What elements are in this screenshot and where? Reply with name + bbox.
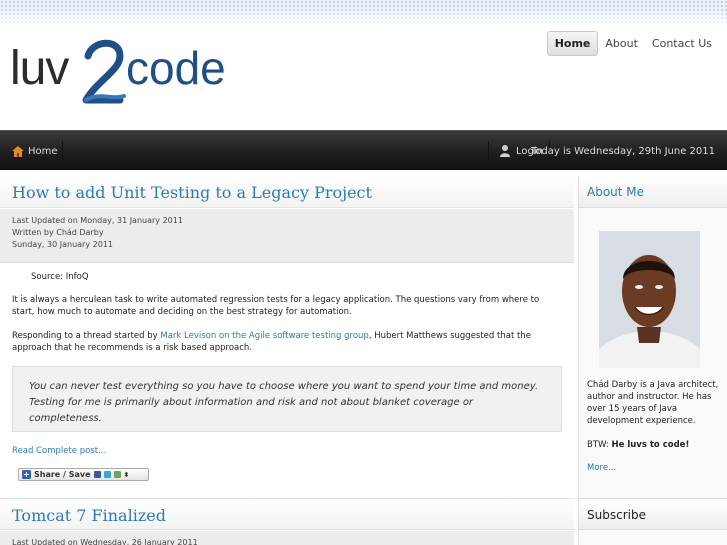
- nav-about[interactable]: About: [598, 32, 645, 55]
- share-save-button[interactable]: + Share / Save ⬍: [18, 468, 149, 481]
- bar-divider: [62, 141, 63, 161]
- author-bio: Chád Darby is a Java architect, author a…: [587, 380, 719, 426]
- chevron-updown-icon: ⬍: [123, 470, 130, 479]
- bar-home-label: Home: [28, 145, 58, 157]
- share-label: Share / Save: [34, 470, 91, 479]
- facebook-icon: [93, 471, 101, 478]
- about-me-heading: About Me: [587, 185, 645, 199]
- post-title[interactable]: Tomcat 7 Finalized: [12, 506, 166, 525]
- more-link-wrap: More...: [587, 462, 723, 474]
- plus-icon: +: [22, 470, 31, 479]
- post-author: Written by Chád Darby: [12, 228, 104, 237]
- post-updated: Last Updated on Wednesday, 26 January 20…: [12, 538, 198, 545]
- about-me-header: About Me: [579, 176, 727, 208]
- bar-divider: [488, 141, 489, 161]
- svg-text:luv: luv: [10, 42, 69, 95]
- read-more-link[interactable]: Read Complete post...: [12, 446, 106, 456]
- subscribe-heading: Subscribe: [587, 508, 646, 522]
- user-icon: [500, 145, 510, 157]
- subscribe-header: Subscribe: [579, 498, 727, 530]
- menu-bar: Home Login Today is Wednesday, 29th June…: [0, 130, 727, 170]
- sidebar: About Me Chád Darby is a Java architect,…: [578, 176, 727, 545]
- nav-contact-us[interactable]: Contact Us: [645, 32, 719, 55]
- top-nav: Home About Contact Us: [546, 31, 719, 56]
- svg-text:code: code: [126, 42, 226, 94]
- home-icon: [12, 145, 24, 157]
- post-title-bar: How to add Unit Testing to a Legacy Proj…: [0, 176, 574, 208]
- post-updated: Last Updated on Monday, 31 January 2011: [12, 216, 183, 225]
- bar-date: Today is Wednesday, 29th June 2011: [530, 145, 715, 157]
- site-logo[interactable]: luv code: [8, 30, 238, 110]
- post-title-bar: Tomcat 7 Finalized: [0, 498, 574, 530]
- post-source: Source: InfoQ: [31, 272, 89, 282]
- post-paragraph: It is always a herculean task to write a…: [12, 295, 540, 317]
- email-icon: [113, 471, 121, 478]
- author-photo: [599, 231, 700, 368]
- post-meta: Last Updated on Monday, 31 January 2011 …: [0, 209, 574, 263]
- post-meta: Last Updated on Wednesday, 26 January 20…: [0, 531, 574, 545]
- post-date: Sunday, 30 January 2011: [12, 240, 113, 249]
- page: luv code Home About Contact Us Home Logi…: [0, 0, 727, 545]
- post-title[interactable]: How to add Unit Testing to a Legacy Proj…: [12, 183, 372, 202]
- blockquote: You can never test everything so you hav…: [12, 366, 562, 432]
- post-paragraph: Responding to a thread started by Mark L…: [12, 331, 531, 353]
- author-portrait-image: [599, 231, 700, 368]
- main-content: How to add Unit Testing to a Legacy Proj…: [0, 176, 574, 545]
- btw-line: BTW: He luvs to code!: [587, 440, 690, 450]
- bar-home-link[interactable]: Home: [12, 131, 58, 171]
- mark-levison-link[interactable]: Mark Levison on the Agile software testi…: [160, 331, 368, 341]
- more-link[interactable]: More...: [587, 463, 616, 473]
- twitter-icon: [103, 471, 111, 478]
- nav-home[interactable]: Home: [546, 31, 599, 56]
